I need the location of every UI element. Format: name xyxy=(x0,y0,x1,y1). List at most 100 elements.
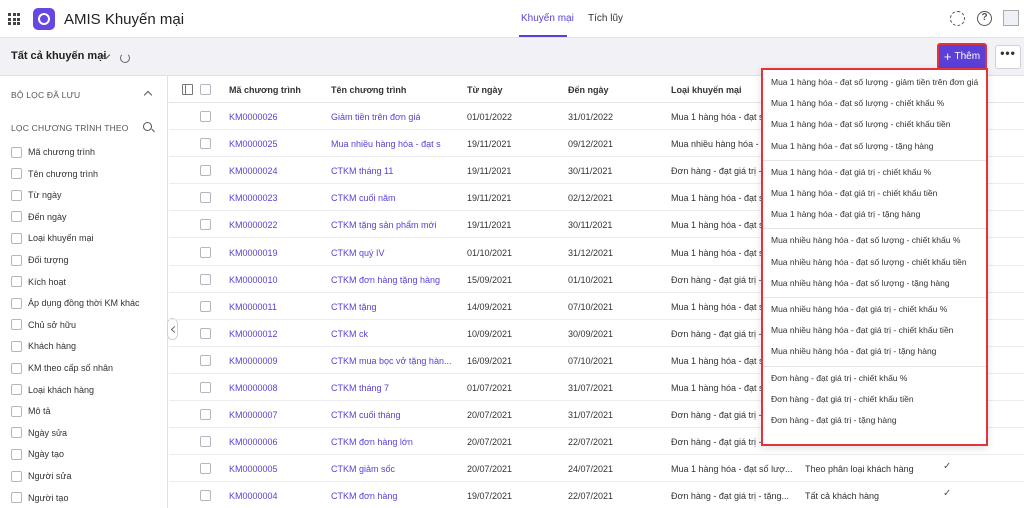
filter-checkbox[interactable] xyxy=(11,384,22,396)
promotion-type-menu-item[interactable]: Mua nhiều hàng hóa - đạt số lượng - chiế… xyxy=(771,235,960,245)
filter-checkbox[interactable] xyxy=(11,319,22,331)
filter-option[interactable]: Ngày tạo xyxy=(11,447,64,461)
promotion-name-link[interactable]: CTKM tháng 7 xyxy=(331,383,389,393)
promotion-name-link[interactable]: CTKM quý IV xyxy=(331,248,385,258)
filter-checkbox[interactable] xyxy=(11,211,22,223)
promotion-name-link[interactable]: Giảm tiền trên đơn giá xyxy=(331,112,420,122)
select-all-checkbox[interactable] xyxy=(200,84,211,95)
promotion-type-menu-item[interactable]: Mua 1 hàng hóa - đạt giá trị - tặng hàng xyxy=(771,209,920,219)
promotion-code-link[interactable]: KM0000012 xyxy=(229,329,278,339)
filter-checkbox[interactable] xyxy=(11,146,22,158)
filter-option[interactable]: Khách hàng xyxy=(11,339,76,353)
row-checkbox[interactable] xyxy=(200,138,211,150)
column-header-from[interactable]: Từ ngày xyxy=(467,85,503,95)
promotion-type-menu-item[interactable]: Mua 1 hàng hóa - đạt số lượng - giảm tiề… xyxy=(771,77,978,87)
filter-checkbox[interactable] xyxy=(11,297,22,309)
promotion-code-link[interactable]: KM0000004 xyxy=(229,491,278,501)
filter-checkbox[interactable] xyxy=(11,254,22,266)
promotion-type-menu-item[interactable]: Mua 1 hàng hóa - đạt số lượng - chiết kh… xyxy=(771,119,950,129)
filter-option[interactable]: Từ ngày xyxy=(11,188,62,202)
help-icon[interactable]: ? xyxy=(977,11,992,26)
filter-option[interactable]: KM theo cấp số nhân xyxy=(11,361,113,375)
refresh-icon[interactable] xyxy=(120,53,130,63)
promotion-code-link[interactable]: KM0000006 xyxy=(229,437,278,447)
promotion-code-link[interactable]: KM0000022 xyxy=(229,220,278,230)
promotion-name-link[interactable]: CTKM cuối tháng xyxy=(331,410,401,420)
promotion-type-menu-item[interactable]: Mua nhiều hàng hóa - đạt số lượng - tặng… xyxy=(771,278,950,288)
promotion-name-link[interactable]: CTKM đơn hàng lớn xyxy=(331,437,413,447)
row-checkbox[interactable] xyxy=(200,165,211,177)
table-row[interactable]: KM0000004 CTKM đơn hàng 19/07/2021 22/07/20… xyxy=(169,482,1024,508)
column-header-code[interactable]: Mã chương trình xyxy=(229,85,301,95)
promotion-name-link[interactable]: CTKM mua bọc vở tặng hàn... xyxy=(331,356,451,366)
promotion-type-menu-item[interactable]: Mua nhiều hàng hóa - đạt giá trị - tặng … xyxy=(771,346,936,356)
filter-checkbox[interactable] xyxy=(11,448,22,460)
filter-option[interactable]: Kích hoạt xyxy=(11,275,66,289)
promotion-name-link[interactable]: CTKM tặng xyxy=(331,302,377,312)
filter-option[interactable]: Đối tượng xyxy=(11,253,68,267)
promotion-type-menu-item[interactable]: Mua 1 hàng hóa - đạt số lượng - tặng hàn… xyxy=(771,141,933,151)
row-checkbox[interactable] xyxy=(200,219,211,231)
more-options-button[interactable]: ••• xyxy=(995,45,1021,69)
filter-checkbox[interactable] xyxy=(11,168,22,180)
filter-checkbox[interactable] xyxy=(11,470,22,482)
row-checkbox[interactable] xyxy=(200,273,211,285)
promotion-code-link[interactable]: KM0000026 xyxy=(229,112,278,122)
row-checkbox[interactable] xyxy=(200,490,211,502)
filter-option[interactable]: Mã chương trình xyxy=(11,145,95,159)
tab-khuyen-mai[interactable]: Khuyến mại xyxy=(521,13,574,24)
promotion-type-menu-item[interactable]: Mua 1 hàng hóa - đạt số lượng - chiết kh… xyxy=(771,98,944,108)
promotion-type-menu-item[interactable]: Đơn hàng - đạt giá trị - tặng hàng xyxy=(771,415,897,425)
promotion-type-menu-item[interactable]: Đơn hàng - đạt giá trị - chiết khấu tiền xyxy=(771,394,914,404)
row-checkbox[interactable] xyxy=(200,463,211,475)
promotion-type-menu-item[interactable]: Mua nhiều hàng hóa - đạt số lượng - chiế… xyxy=(771,257,967,267)
row-checkbox[interactable] xyxy=(200,246,211,258)
apps-grid-icon[interactable] xyxy=(8,13,20,25)
view-title[interactable]: Tất cả khuyến mại xyxy=(11,50,106,62)
promotion-type-menu-item[interactable]: Đơn hàng - đạt giá trị - chiết khấu % xyxy=(771,373,907,383)
promotion-code-link[interactable]: KM0000005 xyxy=(229,464,278,474)
filter-checkbox[interactable] xyxy=(11,405,22,417)
promotion-type-menu-item[interactable]: Mua nhiều hàng hóa - đạt giá trị - chiết… xyxy=(771,304,947,314)
promotion-code-link[interactable]: KM0000019 xyxy=(229,248,278,258)
promotion-name-link[interactable]: CTKM tháng 11 xyxy=(331,166,393,176)
column-header-name[interactable]: Tên chương trình xyxy=(331,85,406,95)
promotion-name-link[interactable]: CTKM đơn hàng tặng hàng xyxy=(331,275,440,285)
add-button[interactable]: + Thêm xyxy=(937,43,987,70)
filter-checkbox[interactable] xyxy=(11,427,22,439)
promotion-code-link[interactable]: KM0000009 xyxy=(229,356,278,366)
column-settings-icon[interactable] xyxy=(182,84,193,95)
filter-option[interactable]: Ngày sửa xyxy=(11,426,67,440)
search-icon[interactable] xyxy=(143,122,152,131)
promotion-code-link[interactable]: KM0000010 xyxy=(229,275,278,285)
promotion-name-link[interactable]: CTKM tặng sản phẩm mới xyxy=(331,220,436,230)
filter-option[interactable]: Tên chương trình xyxy=(11,167,98,181)
filter-option[interactable]: Người tạo xyxy=(11,491,68,505)
table-row[interactable]: KM0000005 CTKM giảm sốc 20/07/2021 24/07/20… xyxy=(169,455,1024,483)
filter-checkbox[interactable] xyxy=(11,232,22,244)
row-checkbox[interactable] xyxy=(200,192,211,204)
promotion-type-menu-item[interactable]: Mua nhiều hàng hóa - đạt giá trị - chiết… xyxy=(771,325,953,335)
filter-option[interactable]: Loại khách hàng xyxy=(11,383,94,397)
row-checkbox[interactable] xyxy=(200,327,211,339)
row-checkbox[interactable] xyxy=(200,436,211,448)
filter-checkbox[interactable] xyxy=(11,362,22,374)
tab-tich-luy[interactable]: Tích lũy xyxy=(588,13,623,24)
promotion-code-link[interactable]: KM0000025 xyxy=(229,139,278,149)
promotion-type-menu-item[interactable]: Mua 1 hàng hóa - đạt giá trị - chiết khấ… xyxy=(771,167,931,177)
filter-option[interactable]: Người sửa xyxy=(11,469,71,483)
promotion-code-link[interactable]: KM0000011 xyxy=(229,302,277,312)
chevron-up-icon[interactable] xyxy=(143,90,153,100)
promotion-name-link[interactable]: CTKM giảm sốc xyxy=(331,464,395,474)
filter-option[interactable]: Chủ sở hữu xyxy=(11,318,76,332)
column-header-type[interactable]: Loại khuyến mại xyxy=(671,85,742,95)
row-checkbox[interactable] xyxy=(200,354,211,366)
filter-checkbox[interactable] xyxy=(11,276,22,288)
promotion-name-link[interactable]: CTKM cuối năm xyxy=(331,193,396,203)
row-checkbox[interactable] xyxy=(200,300,211,312)
promotion-name-link[interactable]: CTKM đơn hàng xyxy=(331,491,397,501)
row-checkbox[interactable] xyxy=(200,111,211,122)
gear-icon[interactable] xyxy=(950,11,965,26)
column-header-to[interactable]: Đến ngày xyxy=(568,85,609,95)
promotion-code-link[interactable]: KM0000023 xyxy=(229,193,278,203)
